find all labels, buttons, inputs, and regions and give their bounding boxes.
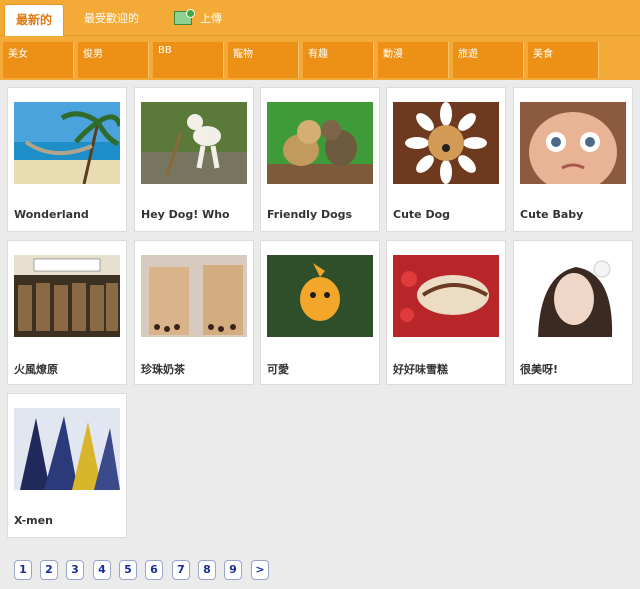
category-pets[interactable]: 寵物 xyxy=(228,42,299,78)
thumbnail-ice-cream xyxy=(393,255,499,337)
page-8-button[interactable]: 8 xyxy=(198,560,216,580)
caption: 珍珠奶茶 xyxy=(141,363,185,376)
category-handsome[interactable]: 俊男 xyxy=(78,42,149,78)
caption: Cute Baby xyxy=(520,208,584,221)
category-travel[interactable]: 旅遊 xyxy=(453,42,524,78)
caption: Wonderland xyxy=(14,208,89,221)
tab-upload-label: 上傳 xyxy=(200,12,222,25)
photo-card[interactable]: Cute Baby xyxy=(513,87,633,232)
photo-card[interactable]: 火風燎原 xyxy=(7,240,127,385)
page-5-button[interactable]: 5 xyxy=(119,560,137,580)
thumbnail-cute-dog xyxy=(393,102,499,184)
category-food[interactable]: 美食 xyxy=(528,42,599,78)
thumbnail-comic-cover xyxy=(14,255,120,337)
caption: Cute Dog xyxy=(393,208,451,221)
photo-card[interactable]: Hey Dog! Who xyxy=(134,87,254,232)
caption: Friendly Dogs xyxy=(267,208,353,221)
caption: 可愛 xyxy=(267,363,289,376)
thumbnail-hey-dog xyxy=(141,102,247,184)
tab-upload[interactable]: 上傳 xyxy=(174,4,222,36)
tab-newest[interactable]: 最新的 xyxy=(4,4,64,37)
photo-card[interactable]: 很美呀! xyxy=(513,240,633,385)
thumbnail-wonderland xyxy=(14,102,120,184)
caption: 好好味雪糕 xyxy=(393,363,448,376)
tab-popular[interactable]: 最受歡迎的 xyxy=(84,4,139,36)
thumbnail-x-men xyxy=(14,408,120,490)
thumbnail-pretty-girl xyxy=(520,255,626,337)
category-anime[interactable]: 動漫 xyxy=(378,42,449,78)
thumbnail-cute-character xyxy=(267,255,373,337)
photo-card[interactable]: Cute Dog xyxy=(386,87,506,232)
next-page-button[interactable]: > xyxy=(251,560,269,580)
page-4-button[interactable]: 4 xyxy=(93,560,111,580)
category-funny[interactable]: 有趣 xyxy=(303,42,374,78)
page-1-button[interactable]: 1 xyxy=(14,560,32,580)
caption: X-men xyxy=(14,514,53,527)
page-2-button[interactable]: 2 xyxy=(40,560,58,580)
thumbnail-cute-baby xyxy=(520,102,626,184)
photo-card[interactable]: Friendly Dogs xyxy=(260,87,380,232)
page-9-button[interactable]: 9 xyxy=(224,560,242,580)
photo-card[interactable]: 可愛 xyxy=(260,240,380,385)
category-baby[interactable]: BB xyxy=(153,42,224,78)
photo-card[interactable]: X-men xyxy=(7,393,127,538)
upload-icon xyxy=(174,9,195,25)
page-3-button[interactable]: 3 xyxy=(66,560,84,580)
caption: Hey Dog! Who xyxy=(141,208,230,221)
thumbnail-bubble-tea xyxy=(141,255,247,337)
category-beauty[interactable]: 美女 xyxy=(3,42,74,78)
photo-card[interactable]: Wonderland xyxy=(7,87,127,232)
page-7-button[interactable]: 7 xyxy=(172,560,190,580)
thumbnail-friendly-dogs xyxy=(267,102,373,184)
category-bar: 美女 俊男 BB 寵物 有趣 動漫 旅遊 美食 xyxy=(0,36,640,80)
photo-card[interactable]: 好好味雪糕 xyxy=(386,240,506,385)
page-6-button[interactable]: 6 xyxy=(145,560,163,580)
photo-card[interactable]: 珍珠奶茶 xyxy=(134,240,254,385)
tab-bar: 最新的 最受歡迎的 上傳 xyxy=(0,0,640,37)
caption: 火風燎原 xyxy=(14,363,58,376)
caption: 很美呀! xyxy=(520,363,559,376)
